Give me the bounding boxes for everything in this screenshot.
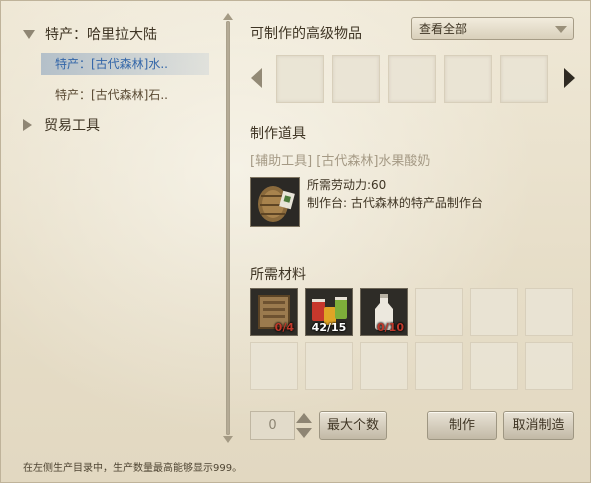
craftable-slot[interactable] (500, 55, 548, 103)
scroll-track[interactable] (226, 21, 230, 435)
material-slot[interactable]: 42/15 (305, 288, 353, 336)
craftable-slot[interactable] (276, 55, 324, 103)
chevron-down-icon (555, 26, 567, 33)
scroll-up-icon[interactable] (223, 13, 233, 20)
tool-tags: [辅助工具] [古代森林]水果酸奶 (250, 154, 431, 169)
tree-item-fruit-yogurt[interactable]: 特产：[古代森林]水.. (41, 53, 209, 75)
crafting-window: 特产：哈里拉大陆 特产：[古代森林]水.. 特产：[古代森林]石.. 贸易工具 … (0, 0, 591, 483)
material-slot-empty[interactable] (250, 342, 298, 390)
collapsed-arrow-icon (23, 119, 32, 131)
quantity-stepper[interactable] (295, 411, 313, 440)
scroll-down-icon[interactable] (223, 436, 233, 443)
tree-category-label: 贸易工具 (44, 118, 100, 134)
material-slot-empty[interactable] (415, 288, 463, 336)
craftable-slot[interactable] (332, 55, 380, 103)
material-count: 0/10 (377, 321, 404, 334)
material-slot-empty[interactable] (360, 342, 408, 390)
crafting-station: 制作台: 古代森林的特产品制作台 (307, 196, 483, 210)
material-slot-empty[interactable] (470, 288, 518, 336)
material-slot-empty[interactable] (470, 342, 518, 390)
production-tree: 特产：哈里拉大陆 特产：[古代森林]水.. 特产：[古代森林]石.. 贸易工具 (1, 1, 223, 451)
tree-category-harira[interactable]: 特产：哈里拉大陆 (23, 24, 157, 44)
tree-category-trade-tools[interactable]: 贸易工具 (23, 115, 100, 135)
labor-cost: 所需劳动力:60 (307, 178, 387, 192)
material-count: 0/4 (274, 321, 294, 334)
material-count: 42/15 (311, 321, 347, 334)
tree-category-label: 特产：哈里拉大陆 (45, 27, 157, 43)
footer-hint: 在左侧生产目录中，生产数量最高能够显示999。 (23, 463, 243, 474)
cancel-craft-button[interactable]: 取消制造 (503, 411, 574, 440)
tree-scrollbar[interactable] (223, 13, 233, 443)
craftable-title: 可制作的高级物品 (250, 26, 362, 42)
crate-item-icon[interactable] (250, 177, 300, 227)
tree-item-stone[interactable]: 特产：[古代森林]石.. (41, 84, 209, 106)
next-page-arrow-icon[interactable] (564, 68, 575, 88)
material-slot[interactable]: 0/4 (250, 288, 298, 336)
prev-page-arrow-icon[interactable] (251, 68, 262, 88)
expanded-arrow-icon (23, 29, 35, 39)
max-quantity-button[interactable]: 最大个数 (319, 411, 387, 440)
material-slot-empty[interactable] (415, 342, 463, 390)
material-slot-empty[interactable] (525, 342, 573, 390)
material-slot-empty[interactable] (525, 288, 573, 336)
filter-dropdown[interactable]: 查看全部 (411, 17, 574, 40)
craft-button[interactable]: 制作 (427, 411, 497, 440)
craftable-slot[interactable] (444, 55, 492, 103)
material-slot[interactable]: 0/10 (360, 288, 408, 336)
materials-title: 所需材料 (250, 267, 306, 283)
increment-arrow-icon[interactable] (296, 413, 312, 423)
craftable-slot[interactable] (388, 55, 436, 103)
material-slot-empty[interactable] (305, 342, 353, 390)
tool-section-title: 制作道具 (250, 126, 306, 142)
quantity-input[interactable]: 0 (250, 411, 295, 440)
filter-selected-value: 查看全部 (419, 22, 468, 36)
decrement-arrow-icon[interactable] (296, 428, 312, 438)
